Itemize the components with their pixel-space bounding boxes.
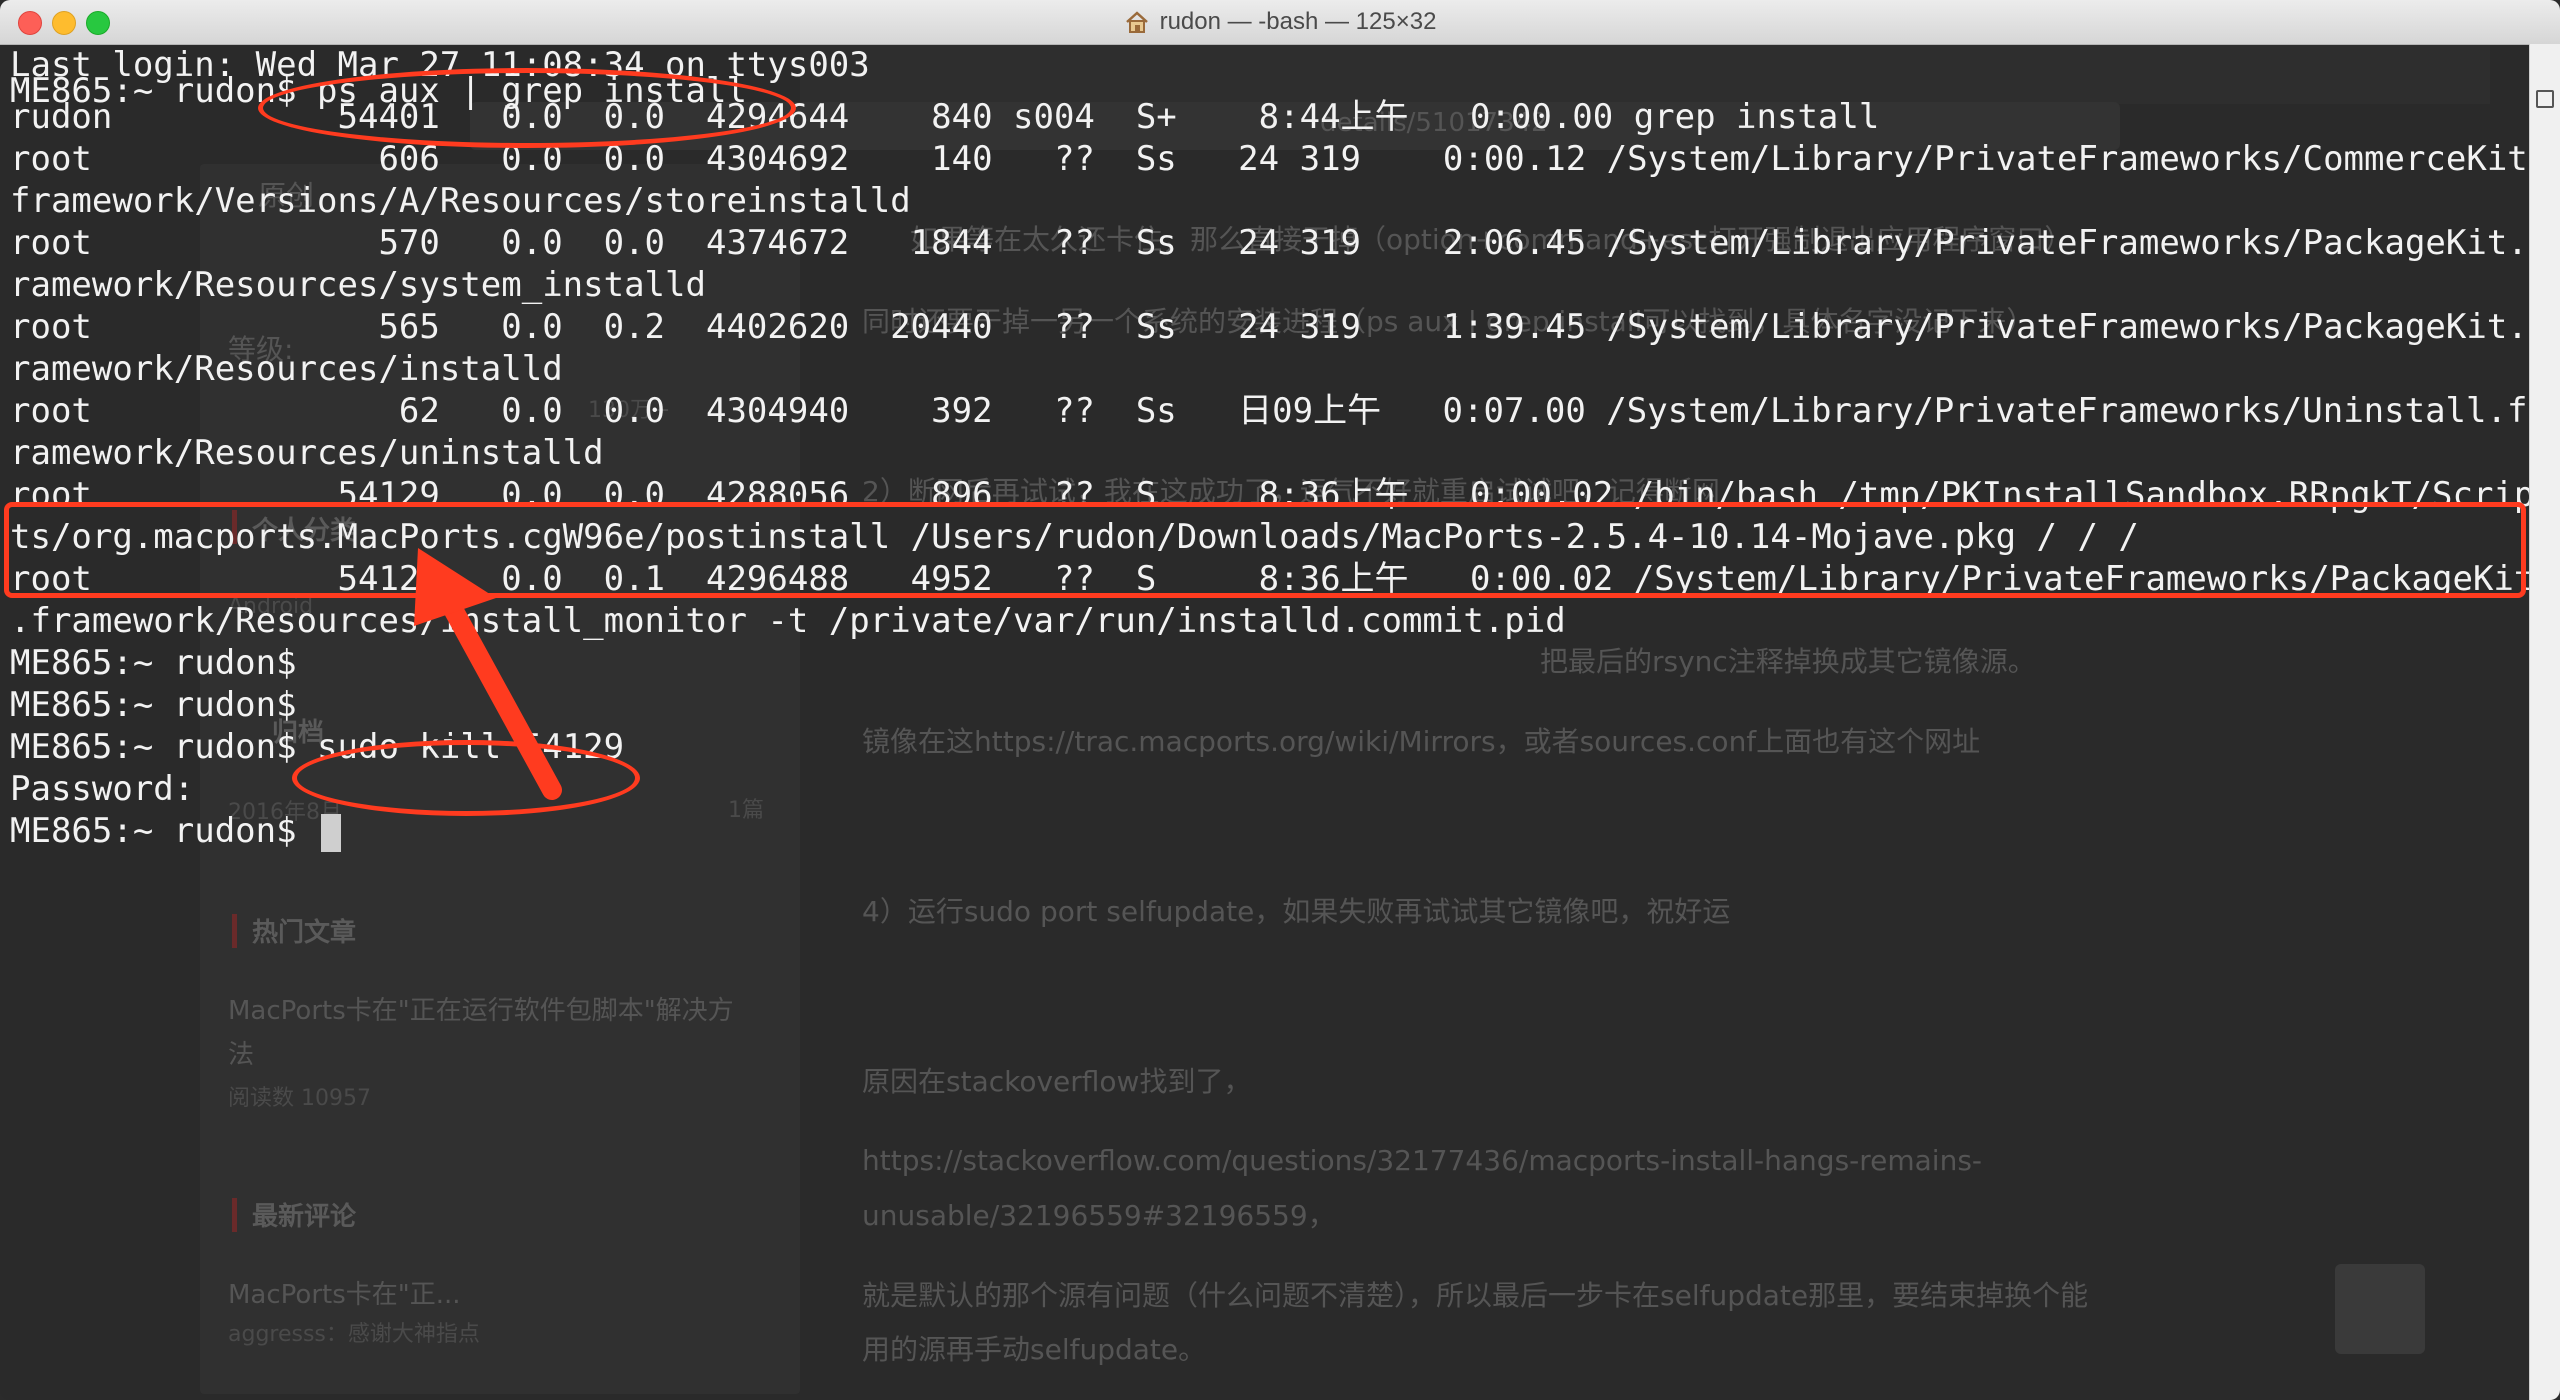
terminal-window: details/51017342 原创 等级: 130万+ 个人分类 Andro… (0, 0, 2560, 1400)
home-icon (1125, 11, 1148, 33)
terminal-scrollbar[interactable] (2529, 44, 2560, 1400)
terminal-line: root 62 0.0 0.0 4304940 392 ?? Ss 日09上午 … (10, 391, 2528, 431)
title-bar: rudon — -bash — 125×32 (0, 0, 2560, 45)
terminal-content[interactable]: Last login: Wed Mar 27 11:08:34 on ttys0… (10, 44, 2548, 1400)
terminal-line: root 570 0.0 0.0 4374672 1844 ?? Ss 24 3… (10, 223, 2549, 263)
terminal-prompt-line: ME865:~ rudon$ (10, 810, 342, 852)
terminal-line: ramework/Resources/system_installd (10, 265, 706, 305)
terminal-line: root 606 0.0 0.0 4304692 140 ?? Ss 24 31… (10, 139, 2549, 179)
terminal-line: ramework/Resources/uninstalld (10, 433, 604, 473)
terminal-line: .framework/Resources/install_monitor -t … (10, 601, 1566, 641)
scroll-mark-icon[interactable] (2536, 90, 2554, 108)
annotation-ellipse-kill (292, 740, 640, 816)
terminal-line: framework/Versions/A/Resources/storeinst… (10, 181, 911, 221)
terminal-prompt: ME865:~ rudon$ (10, 811, 318, 851)
terminal-line: Password: (10, 769, 195, 809)
window-title: rudon — -bash — 125×32 (1159, 8, 1437, 35)
annotation-ellipse-grep (258, 68, 796, 148)
annotation-box-process (4, 502, 2526, 598)
terminal-line: ME865:~ rudon$ (10, 643, 297, 683)
window-title-container: rudon — -bash — 125×32 (0, 0, 2560, 44)
text-cursor (321, 813, 342, 852)
terminal-line: ramework/Resources/installd (10, 349, 563, 389)
terminal-line: root 565 0.0 0.2 4402620 20440 ?? Ss 24 … (10, 307, 2549, 347)
terminal-line: ME865:~ rudon$ (10, 685, 297, 725)
